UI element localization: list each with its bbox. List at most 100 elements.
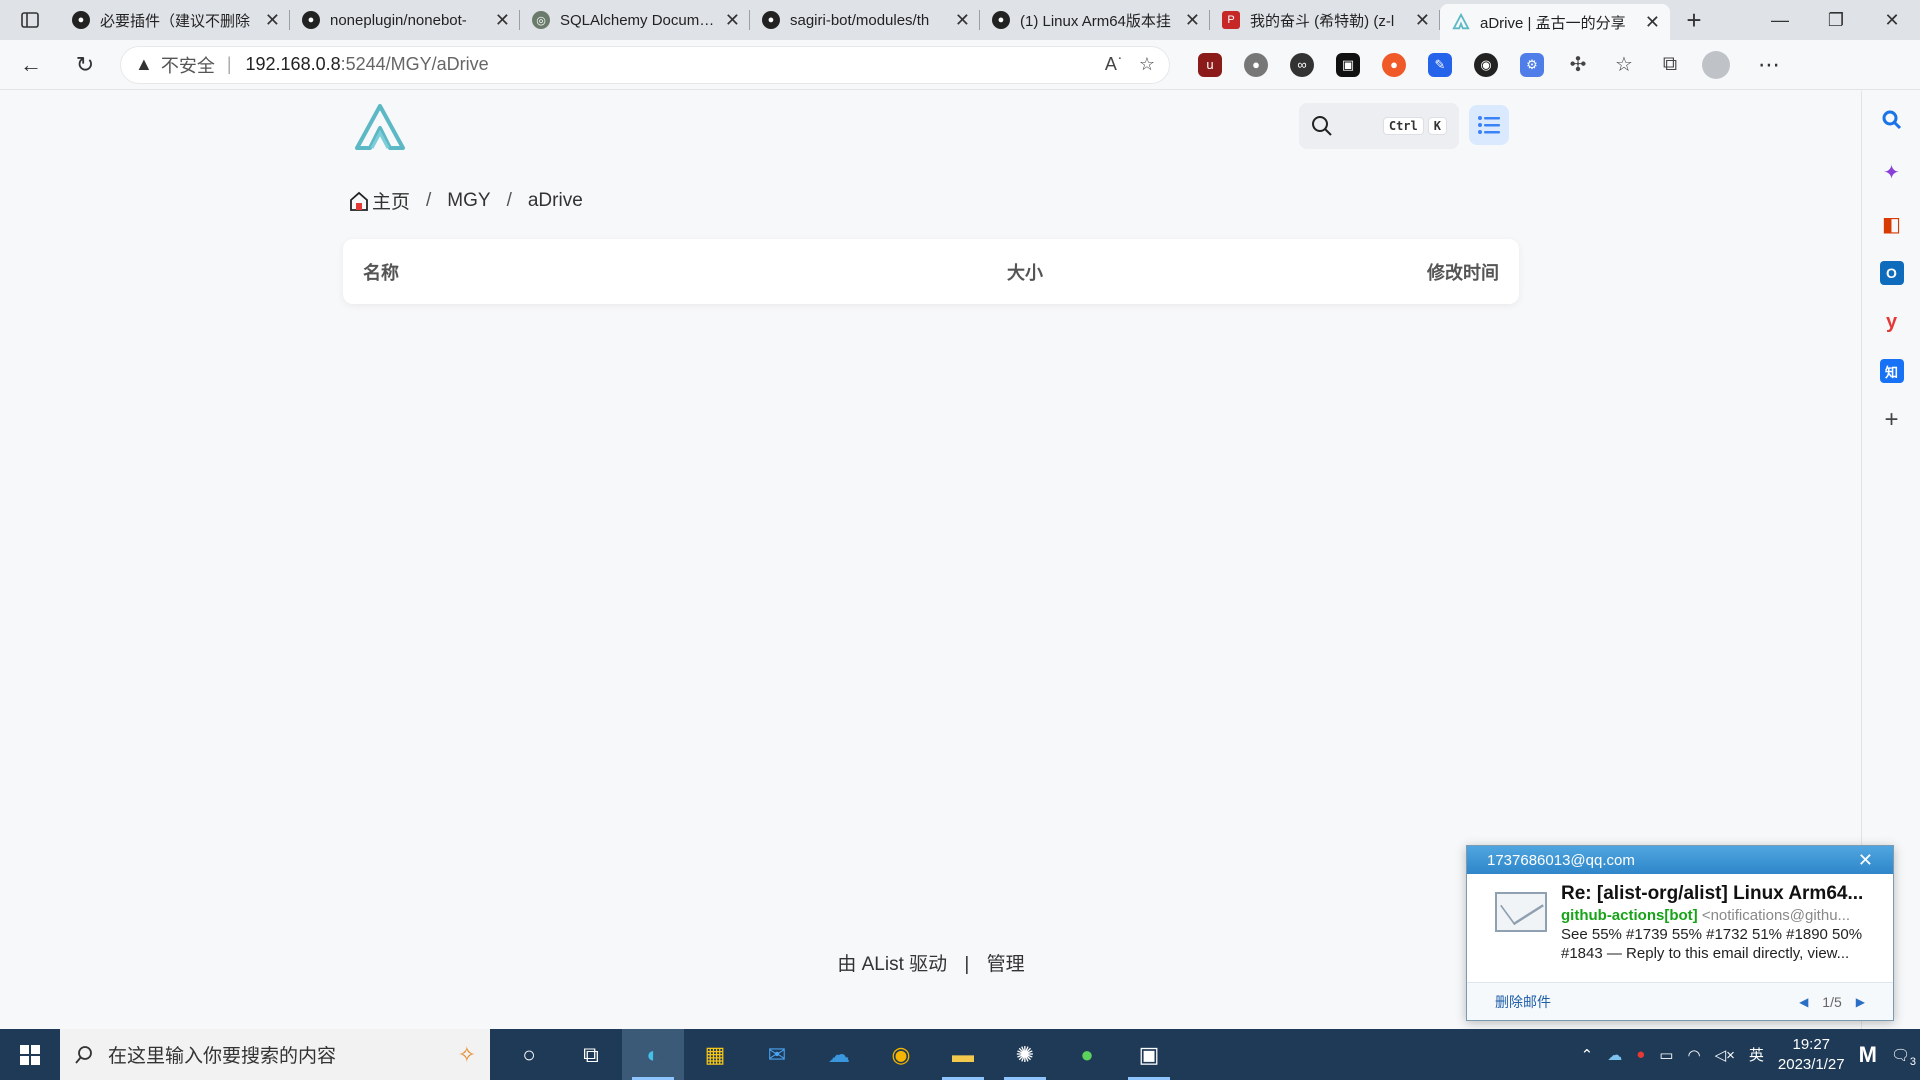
- read-aloud-icon[interactable]: A͘: [1105, 54, 1117, 75]
- breadcrumb-home[interactable]: 主页: [348, 187, 410, 214]
- notification-body[interactable]: Re: [alist-org/alist] Linux Arm64... git…: [1467, 874, 1893, 976]
- mail-notification: 1737686013@qq.com ✕ Re: [alist-org/alist…: [1466, 845, 1894, 1021]
- search-icon[interactable]: [1880, 105, 1904, 135]
- browser-tab-active[interactable]: aDrive | 孟古一的分享 ✕: [1440, 4, 1670, 40]
- taskbar-search-placeholder: 在这里输入你要搜索的内容: [108, 1046, 337, 1067]
- column-header-name[interactable]: 名称: [363, 259, 1007, 285]
- shortcut-hint: Ctrl K: [1382, 117, 1447, 135]
- url-host: 192.168.0.8: [245, 54, 341, 74]
- chevron-up-icon[interactable]: ⌃: [1581, 1046, 1594, 1064]
- zhihu-icon[interactable]: 知: [1879, 359, 1904, 383]
- breadcrumb-item-adrive[interactable]: aDrive: [528, 190, 583, 212]
- close-window-icon[interactable]: ✕: [1864, 0, 1920, 40]
- onedrive-icon[interactable]: ☁: [808, 1029, 870, 1080]
- ime-indicator[interactable]: 英: [1749, 1044, 1764, 1065]
- restore-icon[interactable]: ❐: [1808, 0, 1864, 40]
- close-tab-icon[interactable]: ✕: [495, 10, 510, 31]
- browser-tab[interactable]: P 我的奋斗 (希特勒) (z-l ✕: [1210, 0, 1440, 40]
- extension-icon[interactable]: ●: [1382, 52, 1406, 77]
- tampermonkey-extension-icon[interactable]: ∞: [1290, 52, 1314, 77]
- next-arrow-icon[interactable]: ▶: [1856, 995, 1865, 1009]
- battery-icon[interactable]: ▭: [1659, 1046, 1673, 1064]
- browser-tab[interactable]: ● sagiri-bot/modules/th ✕: [750, 0, 980, 40]
- mail-icon[interactable]: ✉: [746, 1029, 808, 1080]
- action-center-icon[interactable]: 🗨 3: [1891, 1046, 1916, 1068]
- delete-mail-link[interactable]: 删除邮件: [1495, 992, 1551, 1012]
- manage-link[interactable]: 管理: [987, 954, 1025, 975]
- breadcrumb-separator: /: [506, 189, 512, 211]
- close-tab-icon[interactable]: ✕: [1185, 10, 1200, 31]
- sparkle-icon[interactable]: ✦: [1880, 157, 1904, 187]
- start-button[interactable]: [0, 1029, 60, 1080]
- notification-header: 1737686013@qq.com ✕: [1467, 846, 1893, 874]
- app-tray-icon[interactable]: M: [1859, 1042, 1877, 1068]
- hs-app-icon[interactable]: ●: [1056, 1029, 1118, 1080]
- back-button[interactable]: ←: [8, 42, 54, 88]
- browser-tab[interactable]: ● (1) Linux Arm64版本挂 ✕: [980, 0, 1210, 40]
- alist-logo[interactable]: [354, 103, 406, 151]
- collections-icon[interactable]: ⧉: [1658, 53, 1682, 77]
- close-tab-icon[interactable]: ✕: [725, 10, 740, 31]
- sqlalchemy-icon: ◎: [532, 11, 550, 29]
- new-tab-button[interactable]: +: [1670, 0, 1718, 40]
- breadcrumb-item-mgy[interactable]: MGY: [447, 190, 490, 212]
- app-icon[interactable]: ✺: [994, 1029, 1056, 1080]
- close-tab-icon[interactable]: ✕: [265, 10, 280, 31]
- browser-tab[interactable]: ● noneplugin/nonebot- ✕: [290, 0, 520, 40]
- cortana-icon[interactable]: ○: [498, 1029, 560, 1080]
- powered-by-link[interactable]: 由 AList 驱动: [837, 954, 947, 975]
- address-bar[interactable]: ▲ 不安全 | 192.168.0.8:5244/MGY/aDrive A͘ ☆: [120, 45, 1170, 84]
- browser-tab[interactable]: ◎ SQLAlchemy Documen ✕: [520, 0, 750, 40]
- search-box[interactable]: Ctrl K: [1299, 103, 1459, 149]
- translate-extension-icon[interactable]: ⚙: [1520, 52, 1544, 77]
- minimize-icon[interactable]: —: [1752, 0, 1808, 40]
- terminal-icon[interactable]: ▣: [1118, 1029, 1180, 1080]
- taskbar-clock[interactable]: 19:27 2023/1/27: [1778, 1035, 1845, 1075]
- notification-preview: See 55% #1739 55% #1732 51% #1890 50% #1…: [1561, 926, 1863, 962]
- clock-date: 2023/1/27: [1777, 1055, 1845, 1073]
- file-explorer-icon[interactable]: ▬: [932, 1029, 994, 1080]
- column-header-modified[interactable]: 修改时间: [1427, 259, 1499, 285]
- warning-icon: ▲: [135, 54, 153, 74]
- record-extension-icon[interactable]: ●: [1244, 52, 1268, 77]
- feather-extension-icon[interactable]: ✎: [1428, 52, 1452, 77]
- notification-pager: ◀ 1/5 ▶: [1799, 994, 1865, 1010]
- list-menu-button[interactable]: [1469, 105, 1509, 145]
- profile-avatar[interactable]: [1702, 50, 1730, 79]
- url-path: :5244/MGY/aDrive: [340, 54, 489, 74]
- task-view-icon[interactable]: ⧉: [560, 1029, 622, 1080]
- more-menu-icon[interactable]: ⋯: [1758, 52, 1780, 78]
- browser-tab[interactable]: ● 必要插件（建议不删除 ✕: [60, 0, 290, 40]
- close-tab-icon[interactable]: ✕: [1645, 12, 1660, 33]
- prev-arrow-icon[interactable]: ◀: [1799, 995, 1808, 1009]
- refresh-button[interactable]: ↻: [62, 42, 108, 88]
- extensions-icon[interactable]: ✣: [1566, 53, 1590, 77]
- onedrive-tray-icon[interactable]: ☁: [1607, 1046, 1622, 1064]
- wifi-icon[interactable]: ◠: [1687, 1046, 1700, 1064]
- chrome-icon[interactable]: ◉: [870, 1029, 932, 1080]
- security-label[interactable]: 不安全: [161, 52, 215, 78]
- home-icon: [350, 191, 368, 211]
- github-extension-icon[interactable]: ◉: [1474, 52, 1498, 77]
- ublock-extension-icon[interactable]: u: [1198, 52, 1222, 77]
- alist-icon: [1452, 13, 1470, 30]
- sender-address: <notifications@githu...: [1701, 907, 1851, 924]
- add-favorite-icon[interactable]: ☆: [1139, 54, 1155, 75]
- store-icon[interactable]: ▦: [684, 1029, 746, 1080]
- taskbar-search[interactable]: 在这里输入你要搜索的内容 ✧: [60, 1029, 490, 1080]
- add-icon[interactable]: +: [1880, 405, 1904, 435]
- office-icon[interactable]: ◧: [1880, 209, 1904, 239]
- extension-icon[interactable]: ▣: [1336, 52, 1360, 77]
- edge-icon[interactable]: ◐: [622, 1029, 684, 1080]
- close-tab-icon[interactable]: ✕: [955, 10, 970, 31]
- breadcrumb-separator: /: [426, 189, 432, 211]
- column-header-size[interactable]: 大小: [1007, 259, 1167, 285]
- tab-actions-button[interactable]: [0, 0, 60, 40]
- close-icon[interactable]: ✕: [1858, 850, 1873, 871]
- outlook-icon[interactable]: O: [1879, 261, 1904, 285]
- qq-tray-icon[interactable]: ●: [1636, 1046, 1645, 1063]
- close-tab-icon[interactable]: ✕: [1415, 10, 1430, 31]
- volume-muted-icon[interactable]: ◁×: [1715, 1046, 1735, 1064]
- favorites-icon[interactable]: ☆: [1612, 53, 1636, 77]
- youdao-icon[interactable]: y: [1880, 307, 1904, 337]
